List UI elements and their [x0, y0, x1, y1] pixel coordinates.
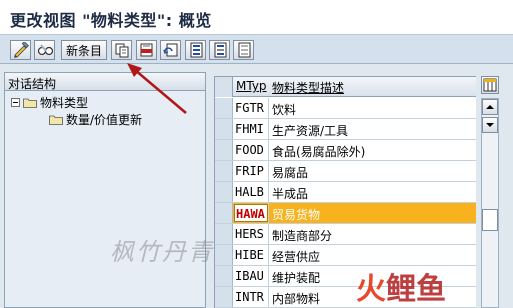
- new-entries-button[interactable]: 新条目: [61, 40, 107, 60]
- display-change-button[interactable]: [10, 40, 31, 60]
- row-selector[interactable]: [215, 245, 233, 265]
- column-divider: [268, 245, 269, 265]
- scroll-down-button[interactable]: [482, 117, 498, 133]
- material-type-description[interactable]: 经营供应: [272, 248, 320, 265]
- glasses-icon: [37, 44, 53, 56]
- display-button[interactable]: [34, 40, 55, 60]
- table-row[interactable]: FGTR 饮料: [215, 98, 476, 119]
- material-type-description[interactable]: 制造商部分: [272, 227, 332, 244]
- material-type-description[interactable]: 贸易货物: [272, 206, 320, 223]
- material-type-description[interactable]: 生产资源/工具: [272, 122, 348, 139]
- scroll-down-icon: [486, 123, 494, 127]
- material-type-code[interactable]: FHMI: [235, 122, 269, 136]
- undo-button[interactable]: [160, 40, 181, 60]
- page-title: 更改视图 "物料类型": 概览: [10, 11, 212, 30]
- title-bar: 更改视图 "物料类型": 概览: [0, 0, 513, 34]
- table-row[interactable]: HAWA 贸易货物: [215, 203, 476, 224]
- delete-icon: [140, 43, 152, 57]
- row-selector[interactable]: [215, 140, 233, 160]
- undo-icon: [162, 43, 177, 57]
- folder-icon: [49, 115, 63, 125]
- copy-icon: [115, 43, 128, 58]
- deselect-all-icon: [238, 42, 250, 58]
- row-selector[interactable]: [215, 98, 233, 118]
- material-type-code[interactable]: IBAU: [235, 269, 269, 283]
- copy-button[interactable]: [111, 40, 132, 60]
- row-selector[interactable]: [215, 119, 233, 139]
- select-block-button[interactable]: [209, 40, 230, 60]
- table-row[interactable]: FOOD 食品(易腐品除外): [215, 140, 476, 161]
- table-header: MTyp 物料类型描述: [215, 77, 476, 97]
- column-divider: [268, 140, 269, 160]
- material-type-description[interactable]: 半成品: [272, 185, 308, 202]
- column-settings-icon: [483, 78, 497, 92]
- material-type-description[interactable]: 维护装配: [272, 269, 320, 286]
- material-type-code[interactable]: HERS: [235, 227, 269, 241]
- row-selector[interactable]: [215, 203, 233, 223]
- tree-node-material-types[interactable]: 物料类型: [11, 94, 88, 110]
- watermark-right-a: 火: [356, 272, 386, 307]
- collapse-icon[interactable]: [11, 97, 20, 107]
- table-row[interactable]: FRIP 易腐品: [215, 161, 476, 182]
- column-divider: [268, 266, 269, 286]
- display-change-icon: [13, 42, 29, 58]
- material-type-code[interactable]: FRIP: [235, 164, 269, 178]
- tree-node-label: 物料类型: [40, 95, 89, 110]
- column-divider: [268, 182, 269, 202]
- column-divider: [268, 119, 269, 139]
- column-divider: [268, 98, 269, 118]
- select-all-button[interactable]: [185, 40, 206, 60]
- row-selector[interactable]: [215, 224, 233, 244]
- material-type-description[interactable]: 食品(易腐品除外): [272, 143, 365, 160]
- scroll-up-button[interactable]: [482, 99, 498, 115]
- table-row[interactable]: HERS 制造商部分: [215, 224, 476, 245]
- select-all-rows-cell[interactable]: [215, 77, 233, 97]
- column-settings-button[interactable]: [481, 76, 499, 94]
- column-divider: [268, 224, 269, 244]
- application-toolbar: 新条目: [0, 34, 513, 64]
- tree-node-label: 数量/价值更新: [66, 112, 143, 127]
- watermark-left: 枫竹丹青: [110, 238, 214, 266]
- watermark-right-b: 鲤鱼: [386, 272, 446, 307]
- material-type-code[interactable]: INTR: [235, 290, 269, 304]
- dialog-structure-panel: 对话结构 物料类型 数量/价值更新: [4, 72, 206, 308]
- scroll-up-icon: [486, 105, 494, 109]
- material-type-code[interactable]: FOOD: [235, 143, 269, 157]
- material-type-code[interactable]: HALB: [235, 185, 269, 199]
- scroll-thumb[interactable]: [482, 209, 498, 231]
- select-all-icon: [190, 42, 202, 58]
- watermark-right: 火鲤鱼: [356, 264, 446, 308]
- column-divider: [268, 161, 269, 181]
- vertical-scrollbar[interactable]: [481, 98, 499, 308]
- row-selector[interactable]: [215, 287, 233, 307]
- column-divider: [268, 287, 269, 307]
- column-divider: [268, 203, 269, 223]
- tree-node-quantity-value-update[interactable]: 数量/价值更新: [49, 111, 142, 127]
- column-header-description[interactable]: 物料类型描述: [272, 79, 344, 96]
- dialog-structure-header: 对话结构: [5, 73, 205, 91]
- table-row[interactable]: HALB 半成品: [215, 182, 476, 203]
- material-type-code[interactable]: FGTR: [235, 101, 269, 115]
- folder-open-icon: [23, 98, 37, 108]
- row-selector[interactable]: [215, 161, 233, 181]
- table-row[interactable]: HIBE 经营供应: [215, 245, 476, 266]
- material-type-description[interactable]: 内部物料: [272, 290, 320, 307]
- delete-button[interactable]: [136, 40, 157, 60]
- column-header-mtyp[interactable]: MTyp: [236, 79, 267, 93]
- row-selector[interactable]: [215, 266, 233, 286]
- material-type-code[interactable]: HIBE: [235, 248, 269, 262]
- select-block-icon: [214, 42, 226, 58]
- material-type-code[interactable]: HAWA: [234, 204, 268, 222]
- material-type-description[interactable]: 易腐品: [272, 164, 308, 181]
- material-type-description[interactable]: 饮料: [272, 101, 296, 118]
- row-selector[interactable]: [215, 182, 233, 202]
- table-row[interactable]: FHMI 生产资源/工具: [215, 119, 476, 140]
- deselect-all-button[interactable]: [233, 40, 254, 60]
